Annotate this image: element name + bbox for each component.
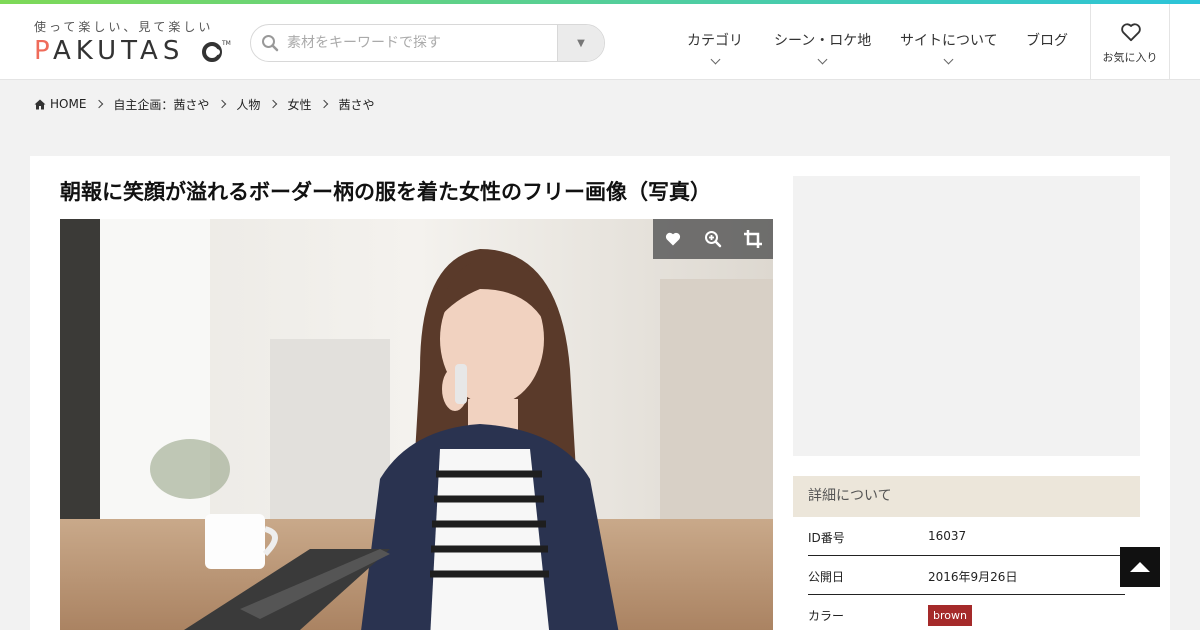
detail-value: 2016年9月26日 [928,570,1018,584]
breadcrumb-project[interactable]: 自主企画：茜さや [113,96,209,113]
details-heading: 詳細について [793,476,1140,517]
nav-blog-label: ブログ [1026,33,1068,49]
chevron-right-icon [269,99,278,109]
detail-row-color: カラー brown [808,595,1125,630]
nav-about-label: サイトについて [900,33,998,49]
nav-scene-location[interactable]: シーン・ロケ地 [774,30,872,65]
logo-wordmark: PAKUTAS [34,36,185,66]
detail-row-published: 公開日 2016年9月26日 [808,556,1125,595]
photo-toolbar [653,219,773,259]
page-title: 朝報に笑顔が溢れるボーダー柄の服を着た女性のフリー画像（写真） [60,180,711,204]
heart-outline-icon [1121,23,1141,42]
back-to-top-button[interactable] [1120,547,1160,587]
search-box: ▼ [250,24,605,62]
logo-wordmark-rest: AKUTAS [53,36,185,66]
search-input[interactable] [287,25,557,61]
site-logo[interactable]: 使って楽しい、見て楽しい PAKUTAS TM [34,18,231,68]
arrow-up-icon [1130,562,1150,572]
chevron-down-icon [943,54,954,65]
detail-row-id: ID番号 16037 [808,517,1125,556]
breadcrumb: HOME 自主企画：茜さや 人物 女性 茜さや [34,96,374,112]
nav-scene-location-label: シーン・ロケ地 [774,33,872,49]
detail-value: 16037 [928,529,967,543]
breadcrumb-female[interactable]: 女性 [287,96,311,113]
crop-icon [744,230,762,248]
search-icon [262,35,279,52]
chevron-right-icon [218,99,227,109]
photo-favorite-button[interactable] [653,219,693,259]
nav-category[interactable]: カテゴリ [687,30,743,65]
nav-about[interactable]: サイトについて [900,30,998,65]
nav-category-label: カテゴリ [687,33,743,49]
photo-crop-button[interactable] [733,219,773,259]
breadcrumb-model[interactable]: 茜さや [338,96,374,113]
detail-key: 公開日 [808,570,845,584]
detail-key: カラー [808,609,845,623]
caret-down-icon: ▼ [577,37,585,49]
main-photo[interactable] [60,219,773,630]
detail-key: ID番号 [808,531,845,545]
chevron-right-icon [320,99,329,109]
site-header: 使って楽しい、見て楽しい PAKUTAS TM ▼ [0,4,1200,80]
logo-tagline: 使って楽しい、見て楽しい [34,20,214,34]
breadcrumb-people[interactable]: 人物 [236,96,260,113]
chevron-down-icon [710,54,720,65]
chevron-down-icon [817,54,828,65]
search-dropdown-button[interactable]: ▼ [557,25,604,61]
nav-blog[interactable]: ブログ [1026,30,1068,50]
ad-placeholder [793,176,1140,456]
heart-icon [665,232,681,246]
breadcrumb-home[interactable]: HOME [50,97,86,111]
chevron-right-icon [95,99,104,109]
zoom-in-icon [705,231,722,248]
favorites-label: お気に入り [1102,51,1158,64]
logo-trademark: TM [222,40,231,47]
color-badge[interactable]: brown [928,605,972,626]
logo-ring-icon [202,42,222,62]
home-icon [34,99,46,109]
photo-zoom-button[interactable] [693,219,733,259]
favorites-button[interactable]: お気に入り [1090,4,1170,80]
